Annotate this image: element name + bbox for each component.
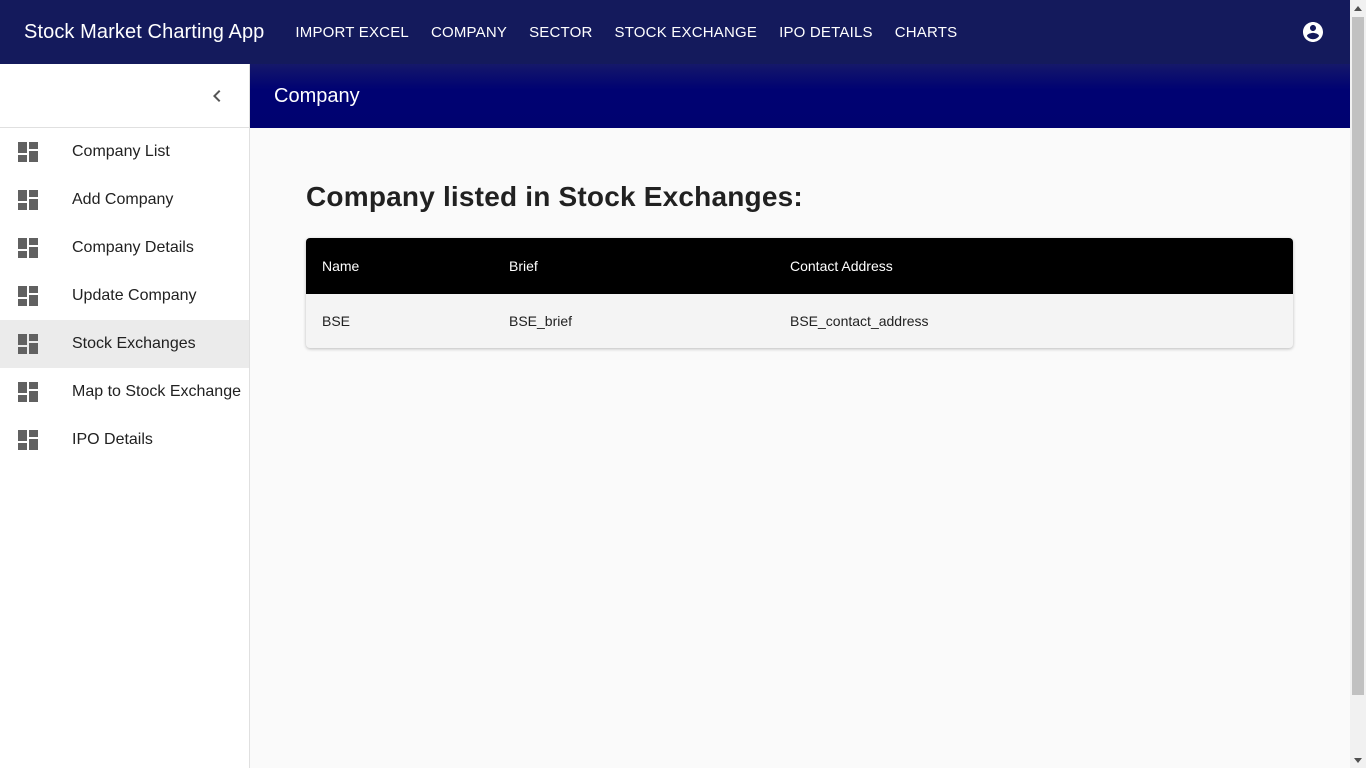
sidebar-item-ipo-details[interactable]: IPO Details: [0, 416, 249, 464]
column-header-brief[interactable]: Brief: [509, 258, 790, 274]
sidebar-header: [0, 64, 249, 128]
table-header-row: Name Brief Contact Address: [306, 238, 1293, 294]
cell-name: BSE: [322, 313, 351, 329]
page-title: Company: [274, 84, 360, 107]
section-heading: Company listed in Stock Exchanges:: [306, 181, 803, 212]
nav-ipo-details[interactable]: IPO DETAILS: [768, 24, 884, 41]
sidebar-item-company-list[interactable]: Company List: [0, 128, 249, 176]
scrollbar-thumb[interactable]: [1352, 17, 1364, 695]
dashboard-icon: [18, 382, 38, 402]
nav-company[interactable]: COMPANY: [420, 24, 518, 41]
cell-brief: BSE_brief: [509, 313, 573, 329]
app-title[interactable]: Stock Market Charting App: [24, 21, 264, 44]
sidebar-item-add-company[interactable]: Add Company: [0, 176, 249, 224]
sidebar-item-update-company[interactable]: Update Company: [0, 272, 249, 320]
sidebar-item-label: Map to Stock Exchange: [72, 383, 241, 400]
sidebar-item-label: Stock Exchanges: [72, 335, 196, 352]
nav-charts[interactable]: CHARTS: [884, 24, 969, 41]
nav-import-excel[interactable]: IMPORT EXCEL: [284, 24, 420, 41]
column-header-name[interactable]: Name: [306, 258, 509, 274]
dashboard-icon: [18, 238, 38, 258]
sidebar-item-label: IPO Details: [72, 431, 153, 448]
dashboard-icon: [18, 430, 38, 450]
sidebar-item-label: Update Company: [72, 287, 197, 304]
sidebar-item-label: Company Details: [72, 239, 194, 256]
sidebar-item-stock-exchanges[interactable]: Stock Exchanges: [0, 320, 249, 368]
scroll-down-arrow-icon[interactable]: [1350, 752, 1366, 768]
vertical-scrollbar[interactable]: [1350, 0, 1366, 768]
account-circle-icon[interactable]: [1301, 20, 1325, 44]
sidebar-item-label: Company List: [72, 143, 170, 160]
top-app-bar: Stock Market Charting App IMPORT EXCEL C…: [0, 0, 1350, 64]
sidebar-item-company-details[interactable]: Company Details: [0, 224, 249, 272]
top-nav: IMPORT EXCEL COMPANY SECTOR STOCK EXCHAN…: [284, 24, 968, 41]
table-row[interactable]: BSE BSE_brief BSE_contact_address: [306, 294, 1293, 348]
chevron-left-icon[interactable]: [205, 84, 229, 108]
dashboard-icon: [18, 190, 38, 210]
cell-contact-address: BSE_contact_address: [790, 313, 929, 329]
sidebar-item-label: Add Company: [72, 191, 174, 208]
dashboard-icon: [18, 286, 38, 306]
sidebar-item-map-to-stock-exchange[interactable]: Map to Stock Exchange: [0, 368, 249, 416]
dashboard-icon: [18, 142, 38, 162]
scroll-up-arrow-icon[interactable]: [1350, 0, 1366, 16]
dashboard-icon: [18, 334, 38, 354]
nav-sector[interactable]: SECTOR: [518, 24, 603, 41]
content-header: Company: [250, 64, 1350, 128]
sidebar: Company List Add Company Company Details…: [0, 64, 250, 768]
nav-stock-exchange[interactable]: STOCK EXCHANGE: [604, 24, 769, 41]
stock-exchange-table: Name Brief Contact Address BSE BSE_brief…: [306, 238, 1293, 348]
column-header-contact-address[interactable]: Contact Address: [790, 258, 1293, 274]
